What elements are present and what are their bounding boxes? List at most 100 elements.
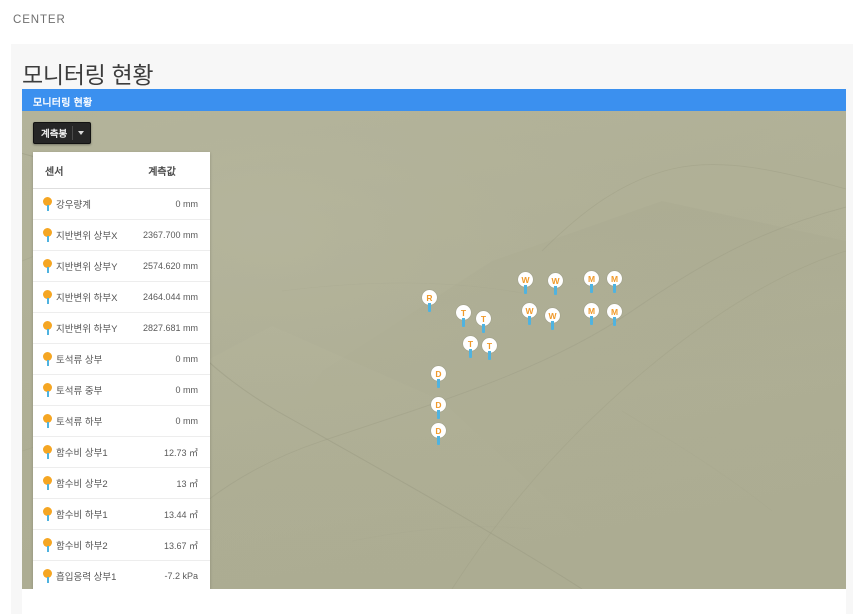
map-marker-water-content-lower-2[interactable]: W (545, 308, 560, 330)
map-marker-suction-lower-1[interactable]: M (584, 303, 599, 325)
layer-select-label: 계측봉 (41, 129, 68, 140)
sensor-list-panel[interactable]: 센서 계측값 강우량계 0 mm 지반변위 상부X 2367.700 mm 지반변위 상… (33, 152, 210, 589)
breadcrumb: CENTER (13, 14, 66, 26)
panel-header-title: 모니터링 현황 (33, 98, 93, 109)
table-row[interactable]: 함수비 상부1 12.73 ㎥ (33, 436, 210, 468)
map-marker-stem (488, 351, 491, 360)
sensor-name-cell: 지반변위 상부X (33, 219, 128, 251)
sensor-name-text: 함수비 하부2 (56, 541, 108, 552)
sensor-name-cell: 함수비 상부1 (33, 436, 128, 468)
sensor-value-cell: 2464.044 mm (128, 281, 210, 313)
sensor-table-header-row: 센서 계측값 (33, 152, 210, 189)
map-pin-icon (43, 569, 52, 583)
map-pin-icon (43, 228, 52, 242)
map-pin-icon (43, 383, 52, 397)
map-marker-debris-lower[interactable]: D (431, 423, 446, 445)
sensor-name-text: 함수비 상부1 (56, 448, 108, 459)
map-marker-stem (482, 324, 485, 333)
map-pin-icon (43, 414, 52, 428)
map-pin-icon (43, 476, 52, 490)
map-marker-suction-upper-2[interactable]: M (607, 271, 622, 293)
table-row[interactable]: 지반변위 하부X 2464.044 mm (33, 281, 210, 313)
column-header-sensor: 센서 (33, 152, 128, 189)
sensor-name-text: 강우량계 (56, 200, 91, 211)
table-row[interactable]: 함수비 하부1 13.44 ㎥ (33, 498, 210, 530)
map-pin-icon (43, 538, 52, 552)
sensor-value-cell: 2367.700 mm (128, 219, 210, 251)
sensor-name-text: 토석류 하부 (56, 417, 103, 428)
table-row[interactable]: 흡입응력 상부1 -7.2 kPa (33, 560, 210, 589)
sensor-name-cell: 함수비 상부2 (33, 467, 128, 499)
map-marker-displacement-upper-2[interactable]: T (476, 311, 491, 333)
sensor-value-cell: -7.2 kPa (128, 560, 210, 589)
map-marker-stem (554, 286, 557, 295)
map-marker-displacement-lower-2[interactable]: T (482, 338, 497, 360)
map-marker-stem (428, 303, 431, 312)
sensor-name-cell: 토석류 하부 (33, 405, 128, 437)
map-marker-rain-gauge[interactable]: R (422, 290, 437, 312)
map-pin-icon (43, 259, 52, 273)
sensor-value-cell: 13 ㎥ (128, 467, 210, 499)
map-marker-debris-upper[interactable]: D (431, 366, 446, 388)
map-marker-water-content-upper-1[interactable]: W (518, 272, 533, 294)
sensor-name-text: 지반변위 상부Y (56, 262, 118, 273)
map-marker-stem (551, 321, 554, 330)
sensor-name-text: 흡입응력 상부1 (56, 572, 117, 583)
dropdown-divider (72, 126, 74, 140)
map-marker-stem (437, 379, 440, 388)
table-row[interactable]: 토석류 중부 0 mm (33, 374, 210, 406)
map-marker-stem (613, 317, 616, 326)
sensor-name-cell: 함수비 하부1 (33, 498, 128, 530)
map-marker-water-content-lower-1[interactable]: W (522, 303, 537, 325)
table-row[interactable]: 토석류 하부 0 mm (33, 405, 210, 437)
table-row[interactable]: 지반변위 하부Y 2827.681 mm (33, 312, 210, 344)
map-marker-stem (524, 285, 527, 294)
sensor-value-cell: 0 mm (128, 188, 210, 220)
map-marker-stem (469, 349, 472, 358)
table-row[interactable]: 지반변위 상부X 2367.700 mm (33, 219, 210, 251)
sensor-value-cell: 13.44 ㎥ (128, 498, 210, 530)
monitoring-panel: 모니터링 현황 계측봉 R T T T T W W W W M M M M D … (22, 89, 846, 614)
sensor-value-cell: 12.73 ㎥ (128, 436, 210, 468)
column-header-value: 계측값 (128, 152, 210, 189)
sensor-value-cell: 0 mm (128, 343, 210, 375)
table-row[interactable]: 지반변위 상부Y 2574.620 mm (33, 250, 210, 282)
panel-header: 모니터링 현황 (22, 89, 846, 111)
map-marker-stem (590, 316, 593, 325)
map-pin-icon (43, 445, 52, 459)
map-marker-displacement-upper[interactable]: T (456, 305, 471, 327)
sensor-name-text: 함수비 상부2 (56, 479, 108, 490)
map-marker-suction-lower-2[interactable]: M (607, 304, 622, 326)
map-marker-water-content-upper-2[interactable]: W (548, 273, 563, 295)
sensor-name-cell: 토석류 중부 (33, 374, 128, 406)
sensor-name-text: 지반변위 상부X (56, 231, 118, 242)
map-marker-displacement-lower[interactable]: T (463, 336, 478, 358)
sensor-value-cell: 13.67 ㎥ (128, 529, 210, 561)
sensor-value-cell: 2827.681 mm (128, 312, 210, 344)
table-row[interactable]: 함수비 상부2 13 ㎥ (33, 467, 210, 499)
table-row[interactable]: 토석류 상부 0 mm (33, 343, 210, 375)
map-marker-stem (462, 318, 465, 327)
table-row[interactable]: 강우량계 0 mm (33, 188, 210, 220)
table-row[interactable]: 함수비 하부2 13.67 ㎥ (33, 529, 210, 561)
sensor-value-cell: 0 mm (128, 405, 210, 437)
map-pin-icon (43, 352, 52, 366)
map-marker-stem (437, 410, 440, 419)
sensor-name-text: 지반변위 하부Y (56, 324, 118, 335)
sensor-name-cell: 토석류 상부 (33, 343, 128, 375)
sensor-name-cell: 지반변위 하부X (33, 281, 128, 313)
map-marker-stem (528, 316, 531, 325)
map-pin-icon (43, 197, 52, 211)
page-card: 모니터링 현황 모니터링 현황 계측봉 R T T T T W W W W M … (11, 44, 853, 614)
sensor-name-text: 지반변위 하부X (56, 293, 118, 304)
map-pin-icon (43, 290, 52, 304)
map-canvas[interactable]: U 계측봉 RTTTTWWWWMMMMDDD 센서 계측값 (22, 111, 846, 589)
map-marker-debris-middle[interactable]: D (431, 397, 446, 419)
sensor-name-text: 함수비 하부1 (56, 510, 108, 521)
layer-select-dropdown[interactable]: 계측봉 (33, 122, 92, 144)
map-marker-stem (437, 436, 440, 445)
sensor-name-cell: 흡입응력 상부1 (33, 560, 128, 589)
map-marker-suction-upper-1[interactable]: M (584, 271, 599, 293)
sensor-value-cell: 2574.620 mm (128, 250, 210, 282)
map-pin-icon (43, 321, 52, 335)
